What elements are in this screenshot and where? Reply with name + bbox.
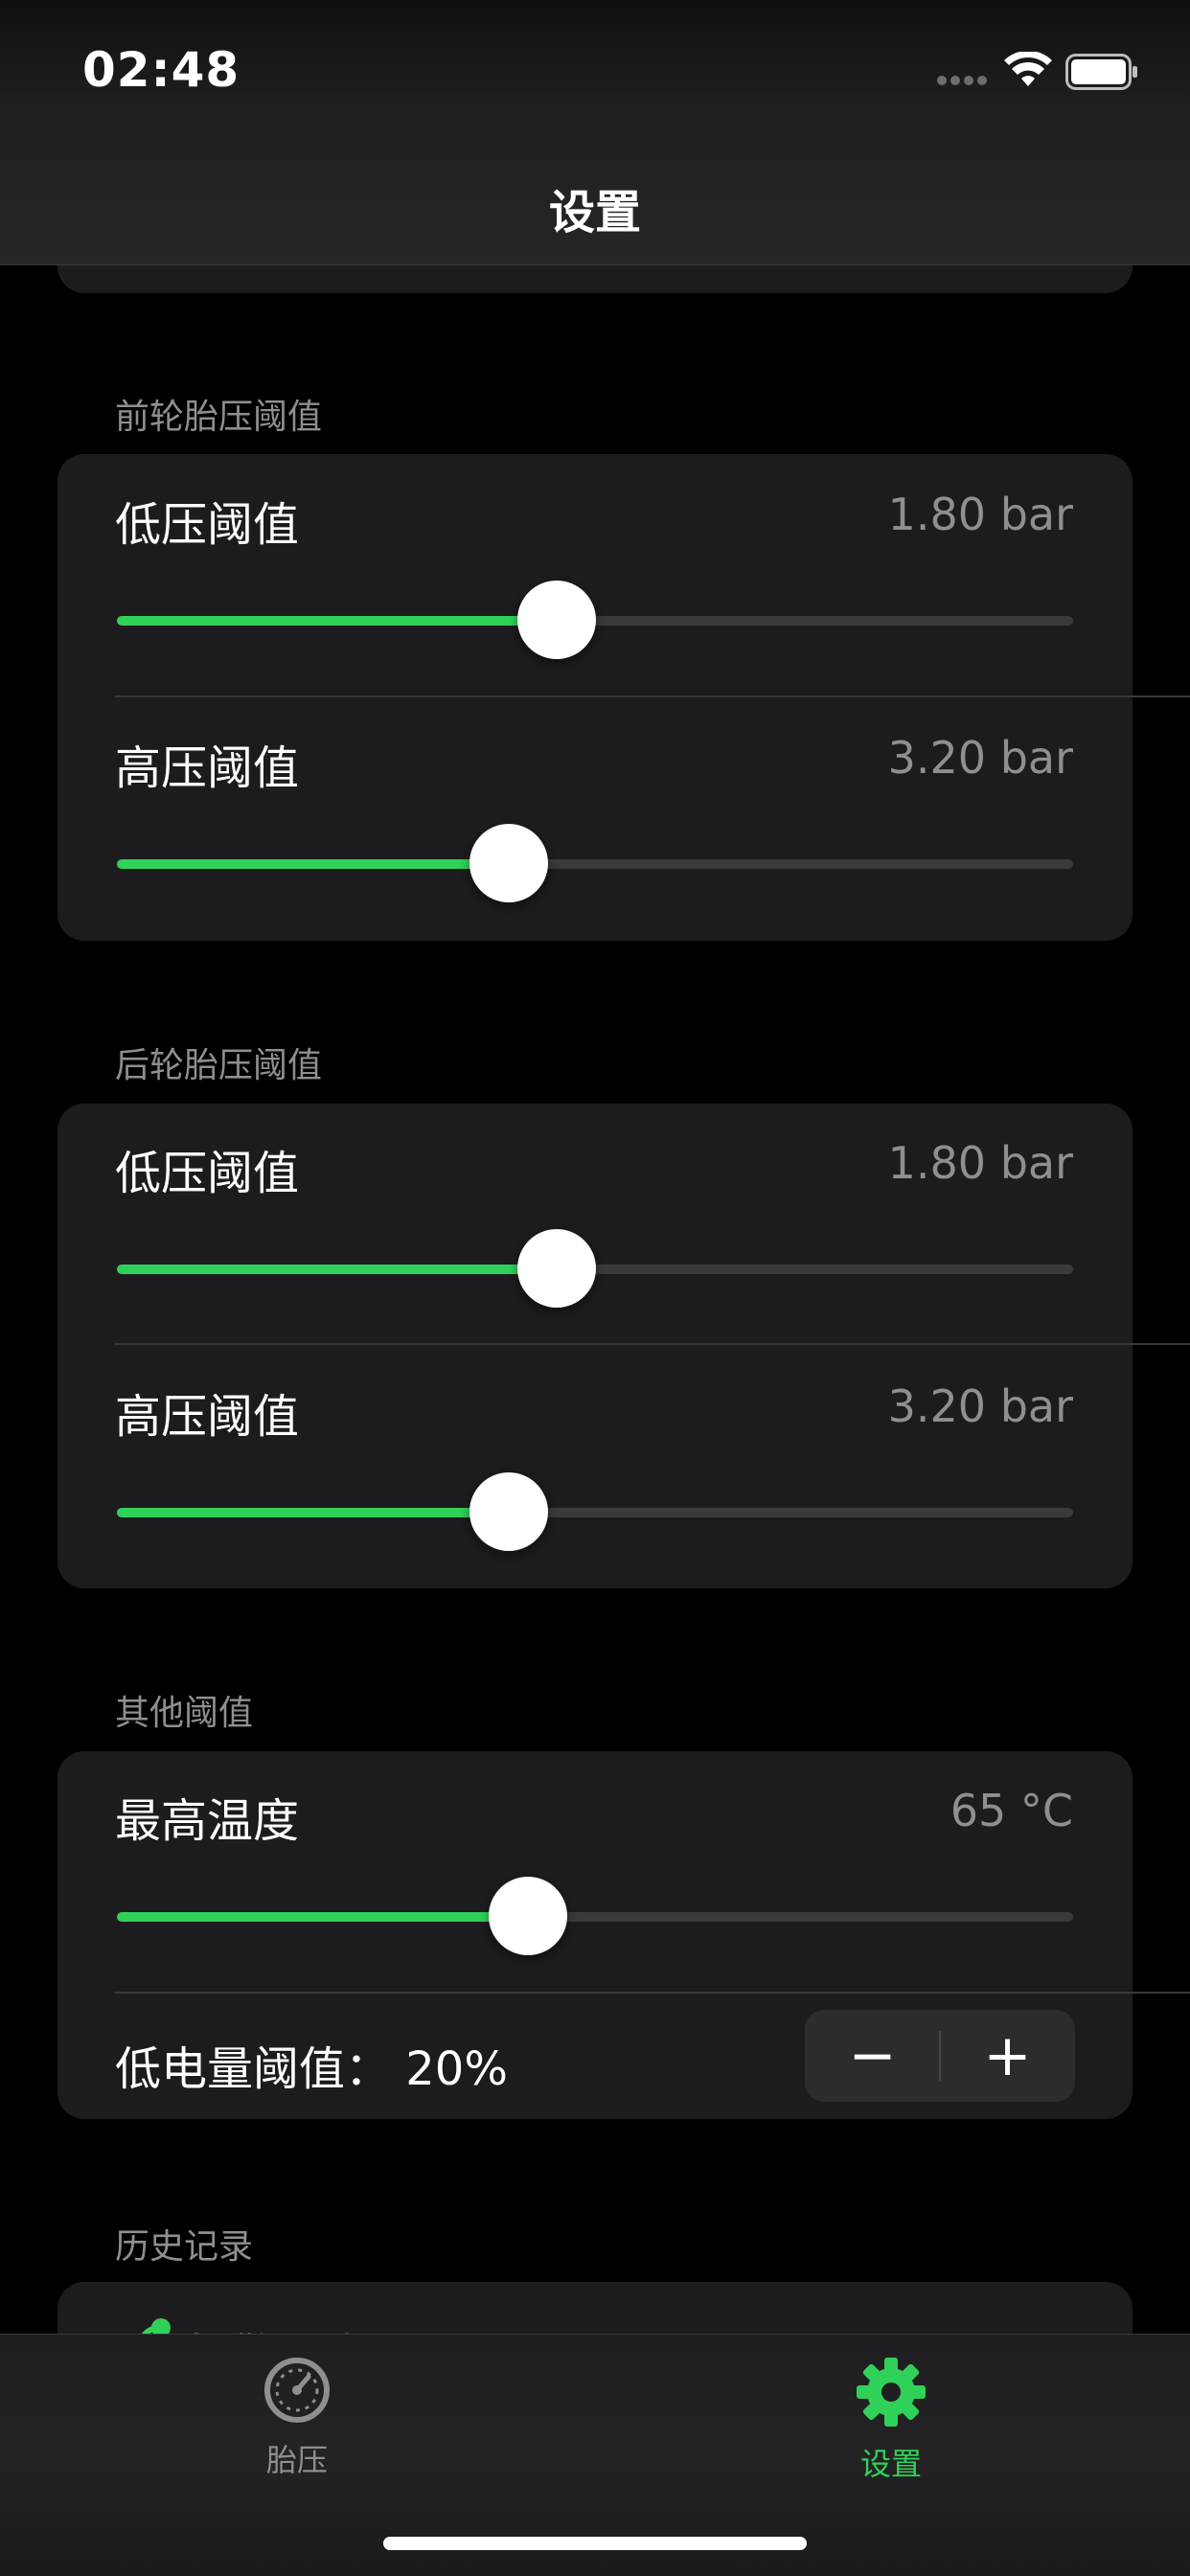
front-section-label: 前轮胎压阈值	[115, 398, 323, 437]
front-high-slider[interactable]	[117, 824, 1073, 904]
home-indicator	[383, 2537, 807, 2550]
front-low-slider[interactable]	[117, 581, 1073, 661]
divider	[115, 1343, 1190, 1345]
tab-label: 设置	[859, 2446, 922, 2482]
rear-high-label: 高压阈值	[115, 1390, 300, 1444]
rear-high-slider[interactable]	[117, 1472, 1073, 1553]
front-low-label: 低压阈值	[115, 498, 300, 552]
max-temp-label: 最高温度	[115, 1794, 300, 1848]
wifi-icon	[1004, 52, 1052, 86]
speedometer-icon	[264, 2358, 330, 2423]
rear-section-label: 后轮胎压阈值	[115, 1046, 323, 1085]
slider-fill	[117, 616, 558, 626]
decrement-button[interactable]: −	[805, 2010, 940, 2102]
divider	[115, 695, 1190, 697]
tab-tire-pressure[interactable]: 胎压	[201, 2356, 393, 2480]
history-section-label: 历史记录	[115, 2227, 254, 2267]
tab-label: 胎压	[265, 2442, 328, 2478]
increment-button[interactable]: +	[940, 2010, 1075, 2102]
max-temp-slider[interactable]	[117, 1877, 1073, 1957]
rear-high-value: 3.20 bar	[887, 1380, 1073, 1432]
front-high-label: 高压阈值	[115, 741, 300, 795]
rear-low-value: 1.80 bar	[887, 1137, 1073, 1189]
cellular-signal-icon	[937, 71, 993, 85]
slider-thumb[interactable]	[469, 1472, 549, 1551]
status-and-nav-bar: 02:48 设置	[0, 0, 1190, 265]
rear-low-slider[interactable]	[117, 1229, 1073, 1310]
slider-thumb[interactable]	[517, 581, 597, 659]
low-battery-stepper[interactable]: − +	[805, 2010, 1075, 2102]
gear-icon	[857, 2358, 926, 2427]
status-time: 02:48	[82, 42, 240, 98]
rear-low-label: 低压阈值	[115, 1147, 300, 1200]
divider	[115, 1992, 1190, 1994]
other-section-label: 其他阈值	[115, 1694, 254, 1733]
slider-fill	[117, 1508, 510, 1517]
slider-thumb[interactable]	[469, 824, 549, 902]
tab-settings[interactable]: 设置	[795, 2356, 987, 2484]
slider-fill	[117, 1912, 529, 1922]
slider-thumb[interactable]	[489, 1877, 568, 1955]
battery-icon	[1065, 54, 1137, 90]
slider-thumb[interactable]	[517, 1229, 597, 1308]
low-battery-label: 低电量阈值： 20%	[115, 2042, 508, 2096]
front-low-value: 1.80 bar	[887, 489, 1073, 540]
slider-fill	[117, 859, 510, 869]
slider-fill	[117, 1265, 558, 1274]
front-high-value: 3.20 bar	[887, 732, 1073, 784]
page-title: 设置	[548, 186, 641, 239]
max-temp-value: 65 °C	[950, 1785, 1073, 1836]
